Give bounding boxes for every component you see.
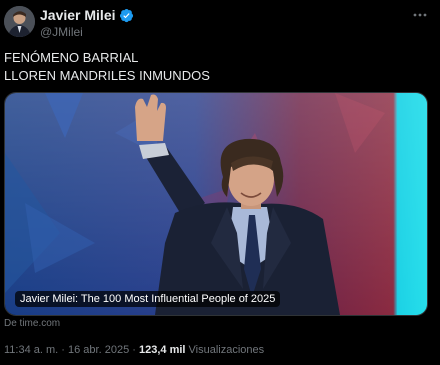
post-time[interactable]: 11:34 a. m. (4, 344, 58, 356)
views-count[interactable]: 123,4 mil (139, 344, 185, 356)
meta-separator: · (61, 344, 65, 356)
post-text: FENÓMENO BARRIAL LLOREN MANDRILES INMUND… (4, 49, 210, 85)
meta-separator: · (132, 344, 136, 356)
card-source[interactable]: De time.com (4, 318, 60, 329)
author-handle[interactable]: @JMilei (40, 25, 83, 39)
avatar[interactable] (4, 6, 35, 37)
link-card[interactable]: Javier Milei: The 100 Most Influential P… (4, 92, 428, 316)
card-image (5, 93, 427, 315)
views-label: Visualizaciones (188, 344, 265, 356)
post-date[interactable]: 16 abr. 2025 (68, 344, 129, 356)
more-options-icon[interactable] (412, 7, 428, 24)
post-meta: 11:34 a. m. · 16 abr. 2025 · 123,4 mil V… (4, 344, 264, 356)
post-text-line: LLOREN MANDRILES INMUNDOS (4, 68, 210, 83)
author-name[interactable]: Javier Milei (40, 7, 116, 23)
post-text-line: FENÓMENO BARRIAL (4, 50, 139, 65)
verified-badge-icon (119, 8, 133, 22)
card-title: Javier Milei: The 100 Most Influential P… (15, 291, 281, 307)
post-header: Javier Milei @JMilei (4, 5, 436, 41)
